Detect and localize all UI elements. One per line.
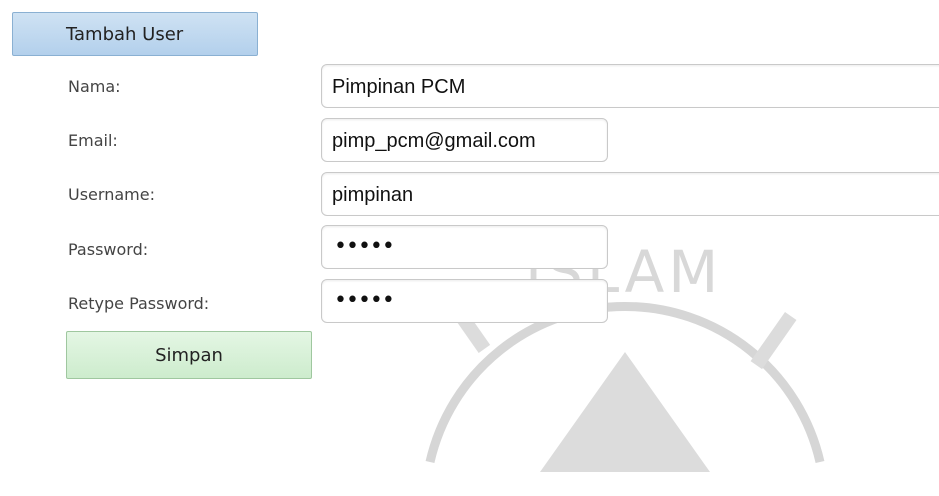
simpan-label: Simpan bbox=[155, 345, 223, 366]
password-label: Password: bbox=[68, 240, 149, 259]
username-label: Username: bbox=[68, 185, 155, 204]
retype-password-label: Retype Password: bbox=[68, 294, 210, 313]
tab-label: Tambah User bbox=[66, 24, 184, 45]
password-field[interactable]: ••••• bbox=[321, 225, 608, 269]
retype-password-field[interactable]: ••••• bbox=[321, 279, 608, 323]
email-label: Email: bbox=[68, 131, 118, 150]
password-value: ••••• bbox=[334, 234, 395, 259]
username-field[interactable]: pimpinan bbox=[321, 172, 939, 216]
tab-tambah-user[interactable]: Tambah User bbox=[12, 12, 258, 56]
retype-password-value: ••••• bbox=[334, 288, 395, 313]
nama-field[interactable]: Pimpinan PCM bbox=[321, 64, 939, 108]
email-field[interactable]: pimp_pcm@gmail.com bbox=[321, 118, 608, 162]
email-value: pimp_pcm@gmail.com bbox=[332, 130, 536, 152]
username-value: pimpinan bbox=[332, 184, 414, 206]
nama-value: Pimpinan PCM bbox=[332, 76, 466, 98]
watermark-seal: ISLAM bbox=[390, 232, 860, 492]
nama-label: Nama: bbox=[68, 77, 121, 96]
